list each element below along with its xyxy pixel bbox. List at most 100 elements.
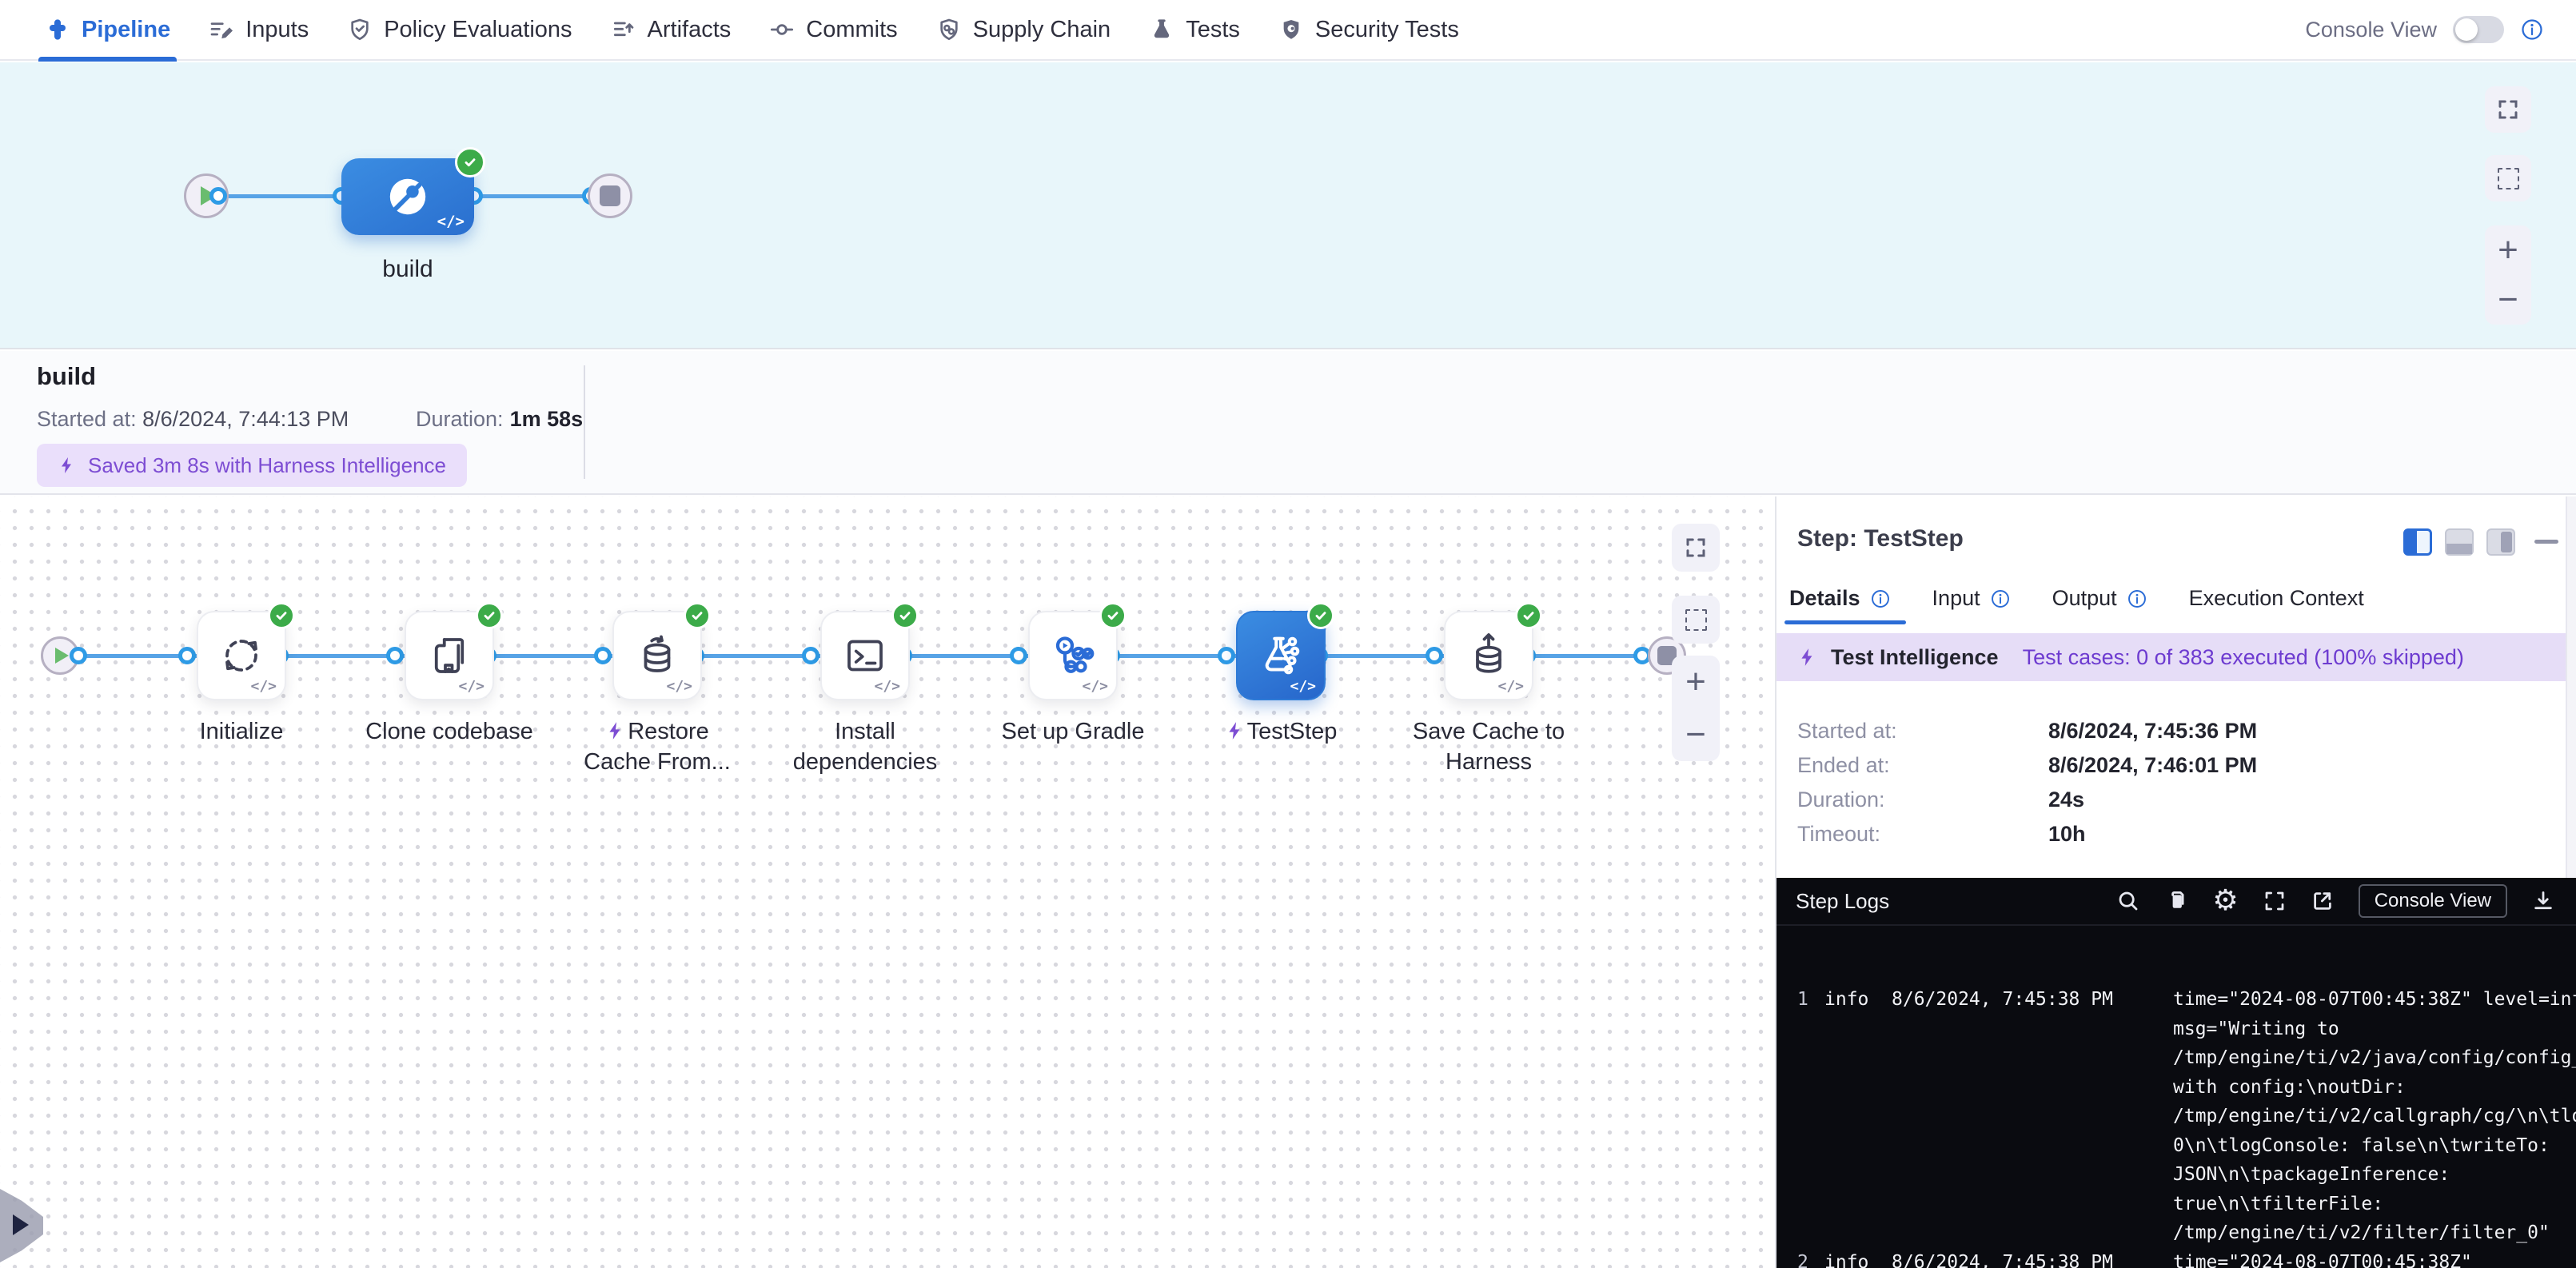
started-at-value: 8/6/2024, 7:44:13 PM	[142, 407, 349, 431]
fullscreen-button[interactable]	[2485, 86, 2531, 133]
tab-label: Supply Chain	[973, 17, 1111, 43]
connector-dot	[802, 647, 819, 664]
test-cases-summary[interactable]: Test cases: 0 of 383 executed (100% skip…	[2023, 645, 2464, 670]
zoom-out-button[interactable]: −	[2485, 275, 2531, 325]
info-icon[interactable]	[1990, 588, 2011, 609]
connector-dot	[594, 647, 612, 664]
lightning-icon	[58, 456, 77, 475]
log-toolbar: ⚙ Console View	[2116, 884, 2555, 918]
play-icon	[55, 648, 69, 664]
zoom-in-button[interactable]: +	[2485, 225, 2531, 275]
console-view-button[interactable]: Console View	[2359, 884, 2507, 918]
tab-policy-evaluations[interactable]: Policy Evaluations	[347, 0, 572, 60]
success-check-icon	[268, 602, 295, 629]
fullscreen-button[interactable]	[1672, 524, 1720, 572]
step-label-restore-cache: Restore Cache From...	[572, 716, 742, 777]
log-message: time="2024-08-07T00:45:38Z" level=info m…	[2173, 985, 2576, 1248]
marquee-icon	[2498, 168, 2519, 189]
console-view-toggle[interactable]	[2453, 16, 2504, 43]
fullscreen-icon[interactable]	[2263, 889, 2287, 913]
tab-label: Artifacts	[648, 17, 732, 43]
step-node-initialize[interactable]: </>	[197, 611, 286, 700]
layout-bottom-view-button[interactable]	[2445, 528, 2474, 556]
tab-execution-context[interactable]: Execution Context	[2189, 586, 2364, 611]
tab-label: Commits	[806, 17, 897, 43]
step-node-setup-gradle[interactable]: </>	[1028, 611, 1118, 700]
test-intelligence-banner: Test Intelligence Test cases: 0 of 383 e…	[1776, 633, 2566, 681]
code-glyph: </>	[437, 213, 465, 230]
pipeline-icon	[45, 17, 70, 42]
connector-dot	[1218, 647, 1235, 664]
marquee-select-button[interactable]	[2485, 155, 2531, 201]
marquee-select-button[interactable]	[1672, 596, 1720, 644]
duration-value: 1m 58s	[510, 407, 584, 431]
active-tab-underline	[1784, 620, 1906, 624]
zoom-in-button[interactable]: +	[1672, 656, 1720, 708]
zoom-out-button[interactable]: −	[1672, 708, 1720, 761]
info-icon[interactable]	[2520, 18, 2544, 42]
step-node-teststep[interactable]: </>	[1236, 611, 1326, 700]
stage-graph-canvas: </> build + −	[0, 62, 2576, 349]
log-body: 1 info 8/6/2024, 7:45:38 PM time="2024-0…	[1776, 926, 2576, 1268]
info-icon[interactable]	[1870, 588, 1891, 609]
tab-details[interactable]: Details	[1789, 586, 1891, 611]
info-icon[interactable]	[2127, 588, 2147, 609]
stage-label: build	[321, 256, 494, 283]
stage-summary-strip: build Started at: 8/6/2024, 7:44:13 PM D…	[0, 351, 2576, 495]
connector-dot	[178, 647, 196, 664]
connector-dot	[209, 187, 227, 205]
code-glyph: </>	[458, 678, 484, 695]
tab-inputs[interactable]: Inputs	[209, 0, 309, 60]
success-check-icon	[1515, 602, 1542, 629]
settings-gear-icon[interactable]: ⚙	[2212, 889, 2238, 913]
tab-tests[interactable]: Tests	[1149, 0, 1240, 60]
layout-right-view-button[interactable]	[2486, 528, 2515, 556]
security-tests-icon	[1278, 17, 1304, 42]
tab-input[interactable]: Input	[1932, 586, 2011, 611]
tab-label: Security Tests	[1315, 17, 1459, 43]
success-check-icon	[455, 147, 485, 177]
chevron-right-icon	[13, 1214, 29, 1235]
step-panel-tabs: Details Input Output Execution Context	[1789, 586, 2364, 611]
started-at-label: Started at:	[37, 407, 137, 431]
artifacts-icon	[611, 17, 636, 42]
search-icon[interactable]	[2116, 889, 2140, 913]
connector-dot	[386, 647, 404, 664]
log-line: 2 info 8/6/2024, 7:45:38 PM time="2024-0…	[1776, 1248, 2576, 1268]
success-check-icon	[1307, 602, 1334, 629]
clone-codebase-icon	[425, 632, 473, 680]
initialize-icon	[217, 632, 265, 680]
step-node-restore-cache[interactable]: </>	[612, 611, 702, 700]
step-logs-header: Step Logs ⚙ Console View	[1776, 878, 2576, 926]
step-logs-title: Step Logs	[1796, 889, 1889, 914]
lightning-icon	[605, 720, 626, 741]
minimize-panel-button[interactable]	[2534, 540, 2558, 544]
code-glyph: </>	[1082, 678, 1108, 695]
tab-artifacts[interactable]: Artifacts	[611, 0, 732, 60]
stage-end-node[interactable]	[588, 173, 632, 218]
tab-supply-chain[interactable]: Supply Chain	[936, 0, 1111, 60]
save-cache-icon	[1465, 632, 1513, 680]
expand-left-panel-handle[interactable]	[0, 1189, 43, 1262]
step-node-clone-codebase[interactable]: </>	[405, 611, 494, 700]
execution-topbar: Pipeline Inputs Policy Evaluations Artif…	[0, 0, 2576, 61]
tab-label: Policy Evaluations	[384, 17, 572, 43]
panel-scrollbar[interactable]	[2566, 496, 2576, 878]
code-glyph: </>	[874, 678, 900, 695]
tab-label: Pipeline	[82, 17, 170, 43]
connector-dot	[1426, 647, 1443, 664]
step-node-save-cache[interactable]: </>	[1444, 611, 1533, 700]
tab-security-tests[interactable]: Security Tests	[1278, 0, 1459, 60]
harness-intelligence-badge[interactable]: Saved 3m 8s with Harness Intelligence	[37, 444, 467, 487]
tab-pipeline[interactable]: Pipeline	[45, 0, 170, 60]
stage-node-build[interactable]: </>	[341, 158, 474, 235]
copy-icon[interactable]	[2164, 889, 2188, 913]
detail-row-started-at: Started at:8/6/2024, 7:45:36 PM	[1797, 719, 2549, 746]
tab-commits[interactable]: Commits	[769, 0, 897, 60]
fullscreen-icon	[1684, 536, 1708, 560]
layout-split-view-button[interactable]	[2403, 528, 2432, 556]
tab-output[interactable]: Output	[2052, 586, 2147, 611]
download-icon[interactable]	[2531, 889, 2555, 913]
external-link-icon[interactable]	[2311, 889, 2335, 913]
step-node-install-dependencies[interactable]: </>	[820, 611, 910, 700]
